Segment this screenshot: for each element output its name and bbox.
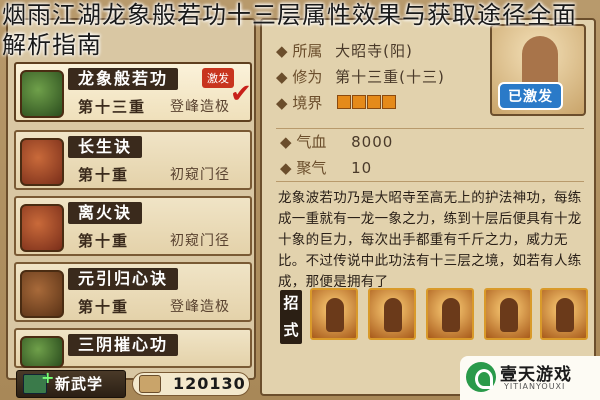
new-skill-label: 新武学 xyxy=(55,375,104,393)
skill-stage: 初窥门径 xyxy=(170,233,230,249)
stats-box: ◆ 气血 8000 ◆ 聚气 10 xyxy=(276,128,584,182)
skill-level: 第十三重 xyxy=(78,98,147,116)
move-icon xyxy=(500,298,518,332)
qixue-value: 8000 xyxy=(351,133,394,151)
site-watermark: 壹天游戏 YITIANYOUXI xyxy=(460,356,600,400)
new-skill-button[interactable]: + 新武学 xyxy=(16,368,126,398)
skill-stage: 登峰造极 xyxy=(170,299,230,315)
scroll-icon xyxy=(20,204,64,252)
skill-list-panel: 龙象般若功 激发 第十三重 登峰造极 ✔ 长生诀 第十重 初窥门径 离火诀 第十… xyxy=(6,18,256,380)
skill-name: 长生诀 xyxy=(68,136,143,158)
juqi-row: ◆ 聚气 10 xyxy=(280,159,373,177)
skill-stage: 登峰造极 xyxy=(170,99,230,115)
fist-scroll-icon xyxy=(20,70,64,118)
watermark-url: YITIANYOUXI xyxy=(504,382,566,391)
title-line-2: 解析指南 xyxy=(2,31,102,59)
moves-row: 招式 xyxy=(274,282,592,354)
skill-name: 三阴摧心功 xyxy=(68,334,179,356)
skill-level: 第十重 xyxy=(78,298,130,316)
plus-icon: + xyxy=(41,368,56,387)
title-line-1: 烟雨江湖龙象般若功十三层属性效果与获取途径全面 xyxy=(2,1,577,29)
skill-item-longxiang[interactable]: 龙象般若功 激发 第十三重 登峰造极 ✔ xyxy=(14,62,252,122)
scroll-icon xyxy=(20,138,64,186)
pouch-icon xyxy=(20,270,64,318)
skill-item-lihuo[interactable]: 离火诀 第十重 初窥门径 xyxy=(14,196,252,256)
juqi-value: 10 xyxy=(351,159,373,177)
skill-description: 龙象波若功乃是大昭寺至高无上的护法神功，每练成一重就有一龙一象之力，练到十层后便… xyxy=(278,190,582,290)
skill-name: 龙象般若功 xyxy=(68,68,179,90)
move-icon xyxy=(384,298,402,332)
cultivation-value: 第十三重(十三) xyxy=(335,68,445,86)
cultivation-row: ◆ 修为 第十三重(十三) xyxy=(276,68,445,86)
book-icon xyxy=(20,336,64,368)
skill-level: 第十重 xyxy=(78,166,130,184)
site-logo-icon xyxy=(466,362,496,392)
move-icon xyxy=(442,298,460,332)
skill-detail-panel: ◆ 所属 大昭寺(阳) ◆ 修为 第十三重(十三) ◆ 境界 已激发 ◆ 气血 … xyxy=(260,18,596,396)
move-slot-3[interactable] xyxy=(426,288,474,340)
score-display: 120130 xyxy=(132,372,250,396)
skill-name: 离火诀 xyxy=(68,202,143,224)
realm-row: ◆ 境界 xyxy=(276,90,486,116)
skill-item-changsheng[interactable]: 长生诀 第十重 初窥门径 xyxy=(14,130,252,190)
move-slot-2[interactable] xyxy=(368,288,416,340)
article-title: 烟雨江湖龙象般若功十三层属性效果与获取途径全面 解析指南 xyxy=(0,0,600,60)
score-value: 120130 xyxy=(173,374,246,393)
left-bottom-bar: + 新武学 120130 xyxy=(6,368,256,398)
realm-level-bar xyxy=(337,91,397,117)
activated-button[interactable]: 已激发 xyxy=(498,82,563,110)
move-icon xyxy=(556,298,574,332)
move-slot-4[interactable] xyxy=(484,288,532,340)
moves-label: 招式 xyxy=(280,290,302,344)
skill-level: 第十重 xyxy=(78,232,130,250)
skill-stage: 初窥门径 xyxy=(170,167,230,183)
skill-item-yuanyin[interactable]: 元引归心诀 第十重 登峰造极 xyxy=(14,262,252,322)
move-slot-5[interactable] xyxy=(540,288,588,340)
check-icon: ✔ xyxy=(230,79,252,109)
move-icon xyxy=(326,298,344,332)
scroll-icon xyxy=(139,375,161,393)
qixue-row: ◆ 气血 8000 xyxy=(280,133,394,151)
move-slot-1[interactable] xyxy=(310,288,358,340)
skill-item-sanyin[interactable]: 三阴摧心功 xyxy=(14,328,252,368)
skill-name: 元引归心诀 xyxy=(68,268,179,290)
